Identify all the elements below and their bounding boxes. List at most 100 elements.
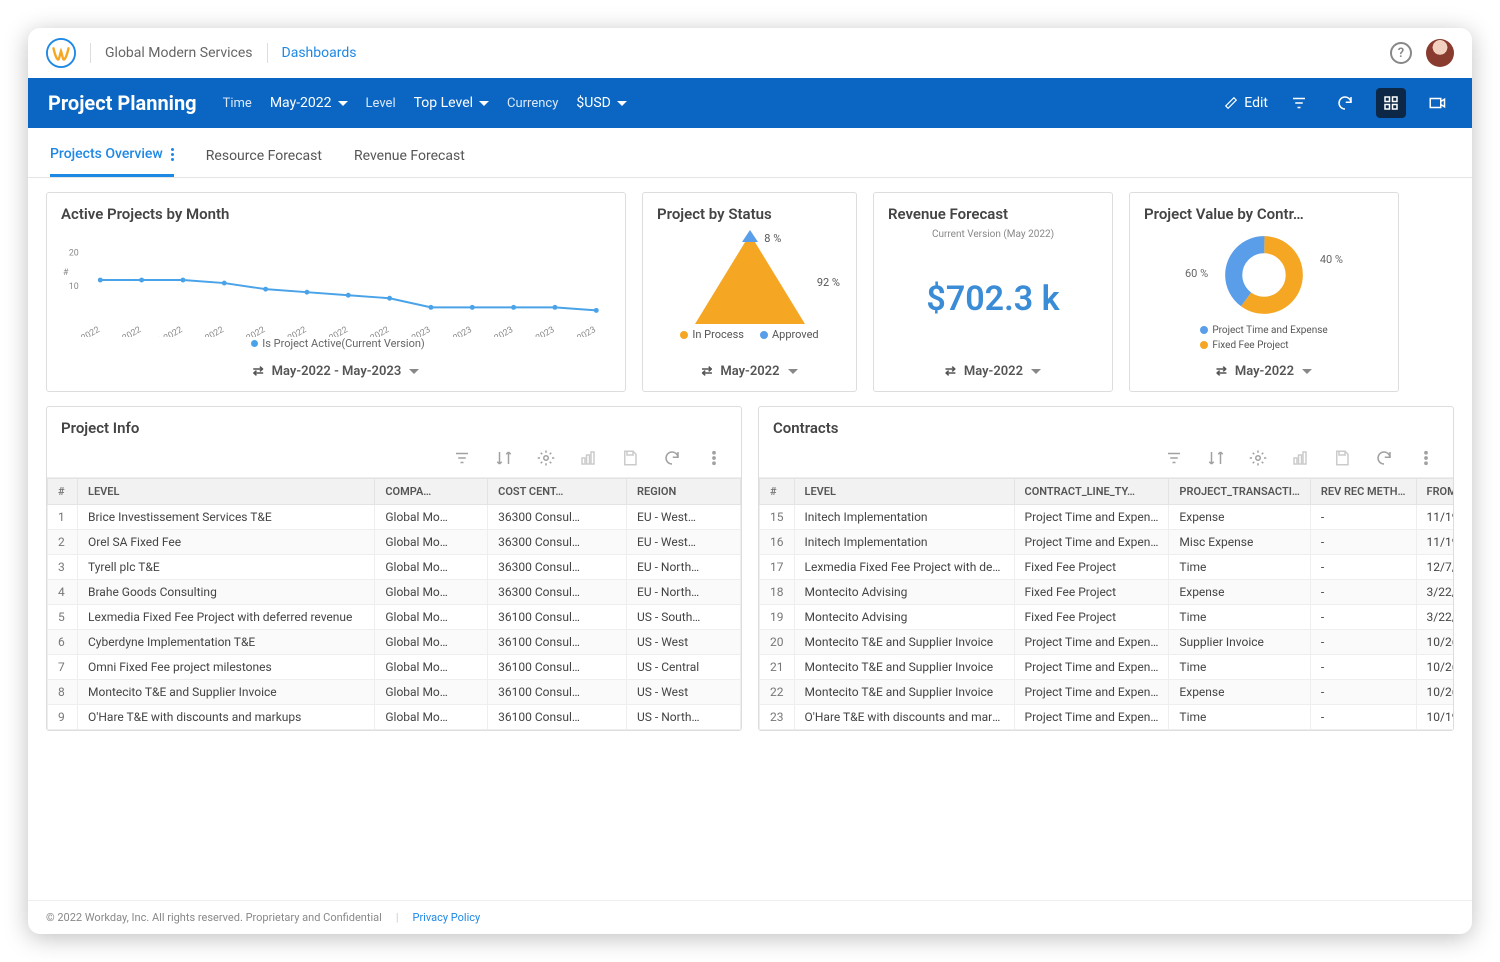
triangle-chart: 8 % 92 % In Process Approved [657,234,842,354]
table-row[interactable]: 18Montecito AdvisingFixed Fee ProjectExp… [760,580,1454,605]
card-range-selector[interactable]: ⇄May-2022 - May-2023 [61,364,611,379]
sort-icon[interactable] [495,449,513,467]
save-icon[interactable] [1333,449,1351,467]
chevron-down-icon [338,101,348,106]
card-project-status: Project by Status 8 % 92 % In Process Ap… [642,192,857,392]
workday-logo-icon[interactable] [46,38,76,68]
refresh-icon[interactable] [1330,88,1360,118]
edit-button[interactable]: Edit [1224,95,1268,111]
filter-level-dropdown[interactable]: Top Level [414,95,489,111]
table-row[interactable]: 19Montecito AdvisingFixed Fee ProjectTim… [760,605,1454,630]
more-icon[interactable] [705,449,723,467]
table-row[interactable]: 5Lexmedia Fixed Fee Project with deferre… [48,605,741,630]
user-avatar[interactable] [1426,39,1454,67]
line-chart: 20 10 # May 2022Jun 2022Jul 2022Aug 2022… [61,237,611,337]
save-icon[interactable] [621,449,639,467]
svg-text:Oct 2022: Oct 2022 [273,325,309,337]
project-info-table[interactable]: #LEVELCOMPA…COST CENT…REGION1Brice Inves… [47,478,741,730]
card-project-value: Project Value by Contr… 60 % 40 % Projec… [1129,192,1399,392]
contracts-table[interactable]: #LEVELCONTRACT_LINE_TY…PROJECT_TRANSACTI… [759,478,1453,730]
svg-text:Nov 2022: Nov 2022 [312,325,350,337]
table-row[interactable]: 16Initech ImplementationProject Time and… [760,530,1454,555]
table-row[interactable]: 23O'Hare T&E with discounts and markupsP… [760,705,1454,730]
chart-legend: In Process Approved [680,328,818,341]
card-range-selector[interactable]: ⇄May-2022 [657,364,842,379]
table-row[interactable]: 3Tyrell plc T&EGlobal Mo…36300 Consul…EU… [48,555,741,580]
svg-text:#: # [63,268,69,278]
card-active-projects: Active Projects by Month 20 10 # May 202… [46,192,626,392]
settings-icon[interactable] [1249,449,1267,467]
breadcrumb-dashboards[interactable]: Dashboards [282,45,357,61]
filter-level-label: Level [366,96,396,111]
card-title: Active Projects by Month [61,205,611,223]
tab-resource-forecast[interactable]: Resource Forecast [206,138,322,177]
svg-text:Feb 2023: Feb 2023 [437,325,474,337]
svg-text:May 2022: May 2022 [63,325,102,337]
svg-text:Apr 2023: Apr 2023 [520,325,556,337]
chart-icon[interactable] [1291,449,1309,467]
svg-text:Sep 2022: Sep 2022 [230,325,267,337]
svg-text:Jul 2022: Jul 2022 [150,325,184,337]
divider [267,43,268,63]
chart-label: 8 % [764,232,781,245]
kpi-value: $702.3 k [926,279,1059,319]
card-subtitle: Current Version (May 2022) [888,229,1098,240]
filter-icon[interactable] [1284,88,1314,118]
card-project-info: Project Info #LEVELCOMPA…COST CENT…REGIO… [46,406,742,731]
chart-legend: Project Time and Expense Fixed Fee Proje… [1200,323,1327,353]
present-icon[interactable] [1422,88,1452,118]
svg-text:20: 20 [69,249,79,259]
chart-label: 92 % [817,276,840,289]
card-range-selector[interactable]: ⇄May-2022 [888,364,1098,379]
more-icon[interactable] [1417,449,1435,467]
chart-legend: Is Project Active(Current Version) [247,337,425,350]
refresh-icon[interactable] [1375,449,1393,467]
table-row[interactable]: 17Lexmedia Fixed Fee Project with deferr… [760,555,1454,580]
table-row[interactable]: 21Montecito T&E and Supplier InvoiceProj… [760,655,1454,680]
copyright: © 2022 Workday, Inc. All rights reserved… [46,911,382,924]
chart-icon[interactable] [579,449,597,467]
divider [90,43,91,63]
svg-text:May 2023: May 2023 [559,325,598,337]
card-title: Project Info [47,407,741,443]
filter-icon[interactable] [1165,449,1183,467]
filter-currency-dropdown[interactable]: $USD [576,95,626,111]
settings-icon[interactable] [537,449,555,467]
tab-revenue-forecast[interactable]: Revenue Forecast [354,138,465,177]
privacy-link[interactable]: Privacy Policy [413,911,481,924]
table-row[interactable]: 20Montecito T&E and Supplier InvoiceProj… [760,630,1454,655]
table-row[interactable]: 1Brice Investissement Services T&EGlobal… [48,505,741,530]
table-row[interactable]: 9O'Hare T&E with discounts and markupsGl… [48,705,741,730]
donut-chart: 60 % 40 % [1209,235,1319,319]
card-title: Revenue Forecast [888,205,1098,223]
org-name: Global Modern Services [105,45,253,61]
filter-time-dropdown[interactable]: May-2022 [270,95,348,111]
tab-projects-overview[interactable]: Projects Overview [50,138,174,177]
filter-currency-label: Currency [507,96,558,111]
help-icon[interactable]: ? [1390,42,1412,64]
table-row[interactable]: 4Brahe Goods ConsultingGlobal Mo…36300 C… [48,580,741,605]
table-row[interactable]: 7Omni Fixed Fee project milestonesGlobal… [48,655,741,680]
grid-view-icon[interactable] [1376,88,1406,118]
chevron-down-icon [479,101,489,106]
table-row[interactable]: 15Initech ImplementationProject Time and… [760,505,1454,530]
page-title: Project Planning [48,91,197,115]
svg-text:10: 10 [69,282,79,292]
sort-icon[interactable] [1207,449,1225,467]
page-toolbar: Project Planning Time May-2022 Level Top… [28,78,1472,128]
tables-row: Project Info #LEVELCOMPA…COST CENT…REGIO… [28,406,1472,745]
refresh-icon[interactable] [663,449,681,467]
table-row[interactable]: 22Montecito T&E and Supplier InvoiceProj… [760,680,1454,705]
table-row[interactable]: 6Cyberdyne Implementation T&EGlobal Mo…3… [48,630,741,655]
chevron-down-icon [617,101,627,106]
table-row[interactable]: 8Montecito T&E and Supplier InvoiceGloba… [48,680,741,705]
table-toolbar [47,443,741,477]
table-row[interactable]: 2Orel SA Fixed FeeGlobal Mo…36300 Consul… [48,530,741,555]
svg-text:Dec 2022: Dec 2022 [354,325,391,337]
filter-time-label: Time [223,96,252,111]
card-title: Project Value by Contr… [1144,205,1384,223]
table-toolbar [759,443,1453,477]
tab-menu-icon[interactable] [171,148,174,161]
filter-icon[interactable] [453,449,471,467]
card-range-selector[interactable]: ⇄May-2022 [1144,364,1384,379]
